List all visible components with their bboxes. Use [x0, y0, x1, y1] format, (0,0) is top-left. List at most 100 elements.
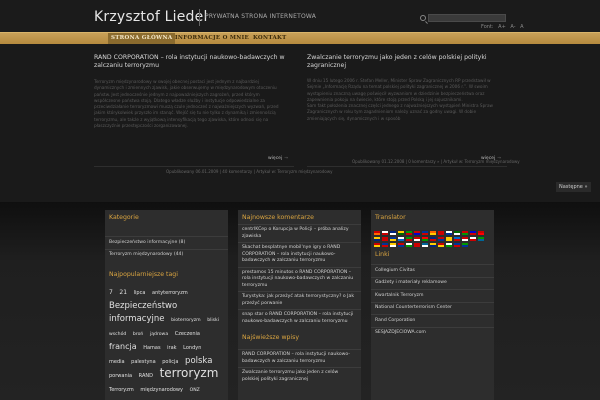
language-flag-icon[interactable]: [414, 231, 420, 235]
main-nav: Strona główna Informacje o mnie Kontakt: [0, 32, 600, 44]
language-flag-icon[interactable]: [446, 243, 452, 247]
recent-post-item[interactable]: Zwalczanie terroryzmu jako jeden z celów…: [238, 367, 361, 385]
font-increase-button[interactable]: A+: [498, 24, 506, 30]
language-flag-icon[interactable]: [374, 243, 380, 247]
tag-link[interactable]: irak: [167, 345, 176, 351]
tag-link[interactable]: francja: [109, 342, 137, 351]
language-flag-icon[interactable]: [382, 243, 388, 247]
site-title[interactable]: Krzysztof Liedel: [94, 9, 208, 25]
language-flag-icon[interactable]: [422, 243, 428, 247]
font-decrease-button[interactable]: A-: [510, 24, 515, 30]
language-flag-icon[interactable]: [430, 237, 436, 241]
language-flag-icon[interactable]: [406, 231, 412, 235]
comment-item[interactable]: prestamos 15 minutos o RAND CORPORATION …: [238, 266, 361, 292]
language-flag-icon[interactable]: [478, 231, 484, 235]
language-flag-icon[interactable]: [462, 231, 468, 235]
widget-comments-recent: Najnowsze komentarze centrIKCep o Korupc…: [238, 210, 361, 400]
link-item[interactable]: National Counterterrorism Center: [371, 301, 494, 315]
tag-link[interactable]: jądrowa: [150, 332, 168, 337]
tag-link[interactable]: lipca: [134, 290, 146, 296]
language-flag-icon[interactable]: [390, 237, 396, 241]
comment-item[interactable]: centrIKCep o Korupcja w Policji – próba …: [238, 224, 361, 242]
language-flag-icon[interactable]: [470, 237, 476, 241]
post-excerpt: W dniu 15 lutego 2006 r. Stefan Meller, …: [307, 78, 507, 122]
language-flag-icon[interactable]: [462, 243, 468, 247]
tag-link[interactable]: wschód: [109, 332, 126, 337]
language-flag-icon[interactable]: [470, 231, 476, 235]
language-flag-icon[interactable]: [430, 231, 436, 235]
language-flag-icon[interactable]: [478, 237, 484, 241]
language-flag-icon[interactable]: [398, 237, 404, 241]
language-flag-icon[interactable]: [414, 243, 420, 247]
nav-contact[interactable]: Kontakt: [250, 33, 289, 44]
language-flag-icon[interactable]: [398, 243, 404, 247]
tag-link[interactable]: międzynarodowy: [140, 387, 183, 393]
next-page-button[interactable]: Następne »: [556, 182, 591, 192]
nav-about[interactable]: Informacje o mnie: [172, 33, 252, 44]
language-flag-icon[interactable]: [422, 231, 428, 235]
font-reset-button[interactable]: A: [520, 24, 523, 30]
tag-link[interactable]: 7: [109, 289, 113, 296]
language-flag-icon[interactable]: [454, 237, 460, 241]
language-flag-icon[interactable]: [406, 243, 412, 247]
language-flag-icon[interactable]: [462, 237, 468, 241]
recent-posts-list: RAND CORPORATION – rola instytucji nauko…: [238, 349, 361, 385]
post-paragraph: Sam fakt położenia znacznej części jedne…: [307, 103, 493, 121]
tag-link[interactable]: porwania: [109, 373, 132, 379]
tag-link[interactable]: Czeczenia: [175, 331, 200, 337]
tag-link[interactable]: policja: [162, 359, 178, 365]
link-item[interactable]: Collegium Civitas: [371, 264, 494, 277]
tag-link[interactable]: informacyjne: [109, 314, 164, 324]
tag-link[interactable]: palestyna: [131, 359, 155, 365]
post-title[interactable]: RAND CORPORATION – rola instytucji nauko…: [94, 54, 294, 70]
language-flag-icon[interactable]: [398, 231, 404, 235]
tag-link[interactable]: terroryzm: [160, 366, 219, 380]
language-flag-icon[interactable]: [438, 243, 444, 247]
tag-link[interactable]: ONZ: [190, 388, 200, 393]
tag-link[interactable]: media: [109, 359, 125, 365]
language-flag-icon[interactable]: [390, 243, 396, 247]
category-item[interactable]: Bezpieczeństwo informacyjne (8): [105, 236, 228, 249]
translator-flags: [371, 229, 491, 249]
search-input[interactable]: [428, 14, 506, 22]
tag-link[interactable]: Bezpieczeństwo: [109, 301, 177, 311]
language-flag-icon[interactable]: [446, 237, 452, 241]
tag-link[interactable]: RAND: [139, 373, 153, 379]
link-item[interactable]: Gadżety i materiały reklamowe: [371, 276, 494, 290]
language-flag-icon[interactable]: [446, 231, 452, 235]
tag-link[interactable]: broń: [133, 332, 143, 337]
link-item[interactable]: SESJAZDJECIOWA.com: [371, 326, 494, 340]
comment-item[interactable]: Turystyka: jak przeżyć atak terrorystycz…: [238, 291, 361, 309]
language-flag-icon[interactable]: [382, 237, 388, 241]
comment-item[interactable]: snap star o RAND CORPORATION – rola inst…: [238, 309, 361, 327]
tag-link[interactable]: antyterroryzm: [152, 290, 188, 296]
category-item[interactable]: Terroryzm międzynarodowy (44): [105, 248, 228, 262]
read-more-link[interactable]: więcej →: [268, 156, 288, 161]
link-item[interactable]: Rand Corporation: [371, 314, 494, 327]
language-flag-icon[interactable]: [390, 231, 396, 235]
tag-link[interactable]: bliski: [207, 318, 219, 323]
language-flag-icon[interactable]: [414, 237, 420, 241]
tag-link[interactable]: Londyn: [183, 345, 201, 351]
language-flag-icon[interactable]: [454, 243, 460, 247]
language-flag-icon[interactable]: [406, 237, 412, 241]
tag-link[interactable]: 21: [119, 289, 127, 296]
tag-link[interactable]: Terroryzm: [109, 387, 134, 393]
language-flag-icon[interactable]: [382, 231, 388, 235]
language-flag-icon[interactable]: [374, 237, 380, 241]
language-flag-icon[interactable]: [374, 231, 380, 235]
search-icon[interactable]: [420, 15, 426, 21]
language-flag-icon[interactable]: [430, 243, 436, 247]
language-flag-icon[interactable]: [438, 231, 444, 235]
language-flag-icon[interactable]: [438, 237, 444, 241]
post-title[interactable]: Zwalczanie terroryzmu jako jeden z celów…: [307, 54, 507, 70]
link-item[interactable]: Kwartalnik Terroryzm: [371, 289, 494, 302]
tag-link[interactable]: Hamas: [143, 345, 160, 351]
comment-item[interactable]: Skachat besplatnye mobil'nye igry o RAND…: [238, 242, 361, 267]
tag-link[interactable]: bioterroryzm: [171, 318, 201, 323]
nav-home[interactable]: Strona główna: [108, 33, 176, 44]
recent-post-item[interactable]: RAND CORPORATION – rola instytucji nauko…: [238, 349, 361, 367]
language-flag-icon[interactable]: [422, 237, 428, 241]
language-flag-icon[interactable]: [454, 231, 460, 235]
tag-link[interactable]: polska: [185, 356, 212, 366]
